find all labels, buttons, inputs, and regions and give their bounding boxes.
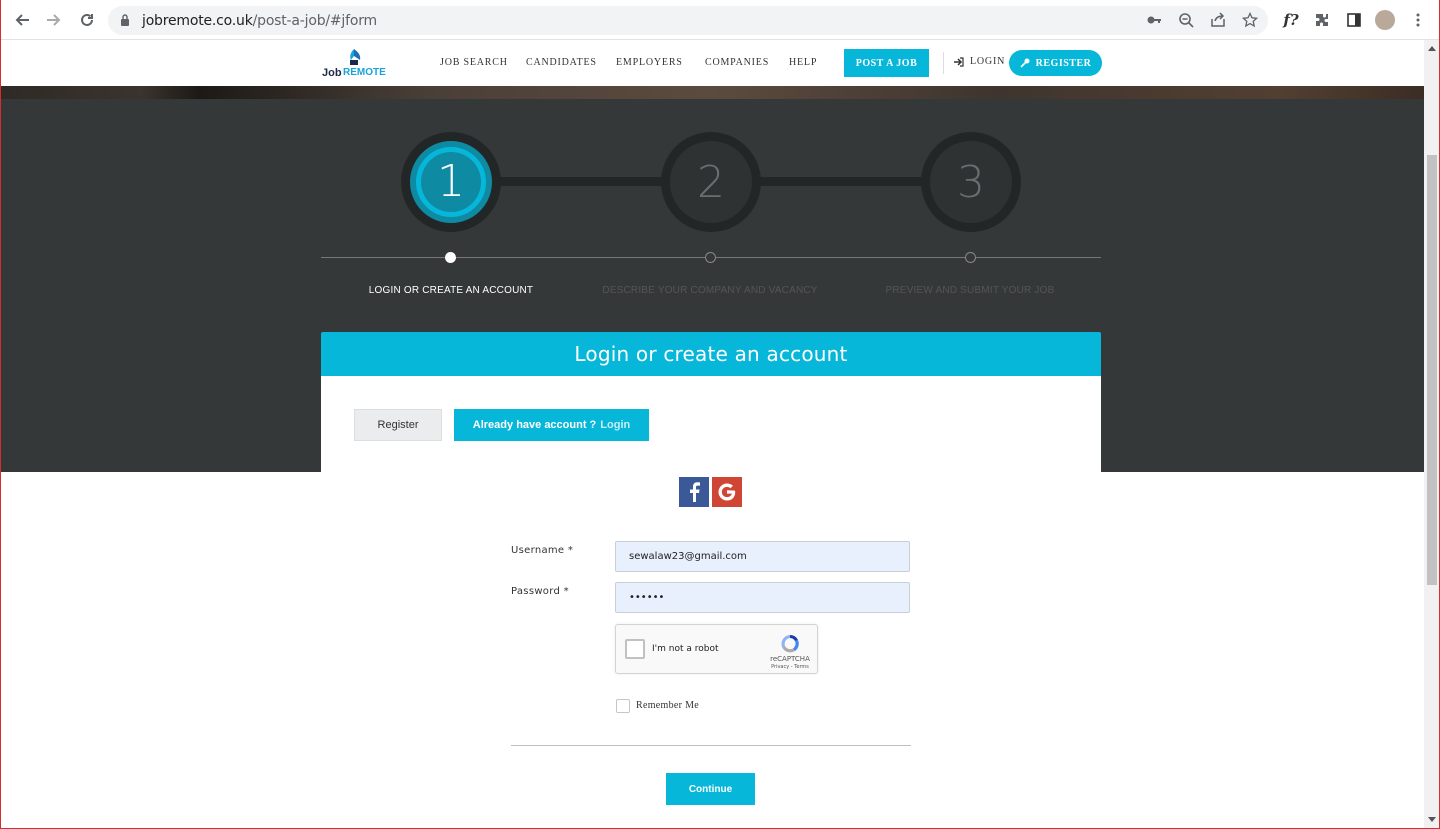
scrollbar-thumb[interactable] <box>1427 155 1437 585</box>
step-1-dot <box>445 252 456 263</box>
step-2-circle: 2 <box>661 132 761 232</box>
header-register-label: REGISTER <box>1035 57 1092 69</box>
username-label: Username * <box>511 545 574 556</box>
step-2-label: DESCRIBE YOUR COMPANY AND VACANCY <box>602 285 818 296</box>
step-3-label: PREVIEW AND SUBMIT YOUR JOB <box>885 285 1055 296</box>
scroll-down-arrow-icon[interactable] <box>1428 817 1436 822</box>
remember-me-checkbox[interactable] <box>616 699 630 713</box>
recaptcha-brand: reCAPTCHA <box>770 655 810 663</box>
step-2-number: 2 <box>670 141 752 223</box>
step-connector-1 <box>500 177 662 186</box>
sign-in-icon <box>954 56 964 67</box>
key-small-icon <box>1020 58 1030 68</box>
logo-mark-icon <box>350 49 361 65</box>
header-divider <box>943 52 944 74</box>
forward-icon[interactable] <box>43 9 65 31</box>
side-panel-icon[interactable] <box>1344 10 1364 30</box>
login-tab-link: Login <box>600 419 631 431</box>
url-text[interactable]: jobremote.co.uk/post-a-job/#jform <box>142 13 377 29</box>
url-path: /post-a-job/#jform <box>252 13 378 29</box>
step-3-number: 3 <box>930 141 1012 223</box>
step-connector-2 <box>760 177 922 186</box>
facebook-login-button[interactable] <box>679 477 709 507</box>
header-register-button[interactable]: REGISTER <box>1009 50 1102 76</box>
share-icon[interactable] <box>1208 10 1228 30</box>
login-tab[interactable]: Already have account ? Login <box>454 409 649 441</box>
header-login-link[interactable]: LOGIN <box>954 56 1005 67</box>
nav-candidates[interactable]: CANDIDATES <box>526 57 597 68</box>
menu-icon[interactable] <box>1408 10 1428 30</box>
recaptcha-text: I'm not a robot <box>652 644 719 654</box>
recaptcha-icon <box>781 635 799 653</box>
password-label: Password * <box>511 586 569 597</box>
google-icon <box>718 483 736 501</box>
reload-icon[interactable] <box>76 9 98 31</box>
logo-job-text: Job <box>322 67 342 79</box>
post-a-job-button[interactable]: POST A JOB <box>844 49 929 77</box>
hero-image-strip <box>0 86 1424 99</box>
step-1-label: LOGIN OR CREATE AN ACCOUNT <box>368 285 534 296</box>
remember-me-label[interactable]: Remember Me <box>636 700 699 711</box>
fonts-extension-icon[interactable]: f? <box>1281 10 1301 30</box>
header-login-label: LOGIN <box>970 56 1006 67</box>
facebook-icon <box>690 482 700 502</box>
recaptcha-widget: I'm not a robot reCAPTCHA Privacy - Term… <box>615 624 818 674</box>
star-icon[interactable] <box>1240 10 1260 30</box>
lock-icon[interactable] <box>120 14 130 26</box>
scroll-up-arrow-icon[interactable] <box>1428 46 1436 51</box>
register-tab[interactable]: Register <box>354 409 442 441</box>
nav-employers[interactable]: EMPLOYERS <box>616 57 683 68</box>
url-host: jobremote.co.uk <box>142 13 253 29</box>
username-input[interactable]: sewalaw23@gmail.com <box>615 541 910 572</box>
continue-button[interactable]: Continue <box>666 773 755 805</box>
zoom-icon[interactable] <box>1176 10 1196 30</box>
form-divider <box>511 745 911 746</box>
password-input[interactable]: •••••• <box>615 582 910 613</box>
recaptcha-checkbox[interactable] <box>625 639 645 659</box>
back-icon[interactable] <box>11 9 33 31</box>
logo-remote-text: REMOTE <box>343 67 386 78</box>
step-2-dot <box>705 252 716 263</box>
nav-help[interactable]: HELP <box>789 57 817 68</box>
recaptcha-terms-link[interactable]: Privacy - Terms <box>766 664 814 670</box>
nav-job-search[interactable]: JOB SEARCH <box>440 57 508 68</box>
google-login-button[interactable] <box>712 477 742 507</box>
site-logo[interactable]: Job REMOTE <box>322 46 386 82</box>
key-icon[interactable] <box>1144 10 1164 30</box>
extensions-icon[interactable] <box>1312 10 1332 30</box>
step-3-circle: 3 <box>921 132 1021 232</box>
nav-companies[interactable]: COMPANIES <box>705 57 769 68</box>
panel-title: Login or create an account <box>321 332 1101 376</box>
browser-toolbar: jobremote.co.uk/post-a-job/#jform f? <box>0 0 1440 40</box>
step-1-number: 1 <box>421 152 481 212</box>
profile-avatar[interactable] <box>1375 10 1395 30</box>
login-tab-prefix: Already have account ? <box>472 419 597 431</box>
step-3-dot <box>965 252 976 263</box>
step-1-circle: 1 <box>401 132 501 232</box>
